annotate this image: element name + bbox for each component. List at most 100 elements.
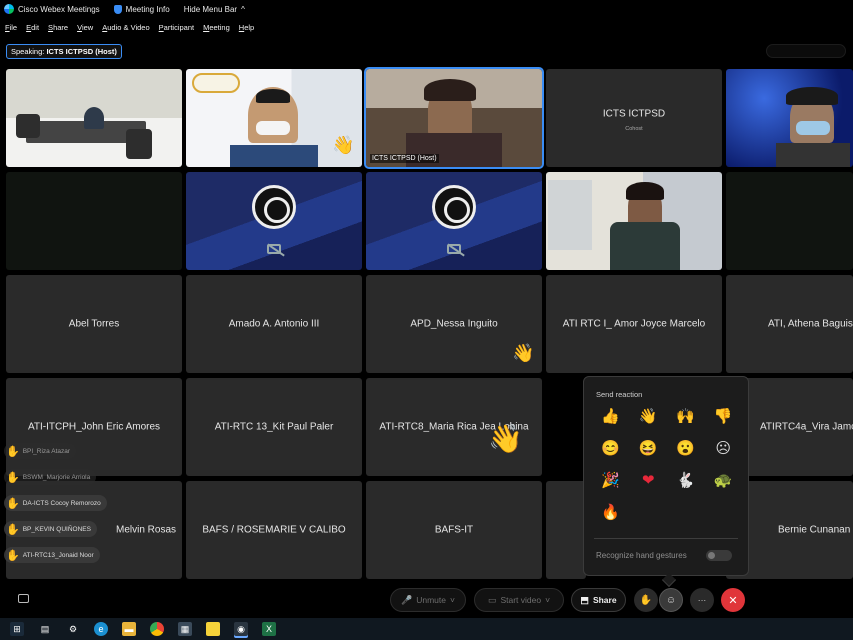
obs-logo-icon (252, 185, 296, 229)
layout-slider[interactable] (766, 44, 846, 58)
participant-tile[interactable]: APD_Nessa Inguito 👋 (366, 275, 542, 373)
party-popper-icon[interactable]: 🎉 (592, 471, 630, 491)
raised-hand-icon: ✋ (6, 523, 20, 536)
menu-bar: File Edit Share View Audio & Video Parti… (0, 19, 254, 35)
laugh-icon[interactable]: 😆 (630, 439, 668, 459)
smile-icon[interactable]: 😊 (592, 439, 630, 459)
task-view-icon[interactable]: ▤ (38, 622, 52, 636)
divider (594, 538, 738, 539)
webex-logo-icon (4, 4, 14, 14)
raised-hand-item[interactable]: ✋ BPI_Riza Atazar (4, 443, 77, 459)
camera-off-icon (267, 244, 281, 254)
excel-icon[interactable]: X (262, 622, 276, 636)
video-tile-obs-1[interactable] (186, 172, 362, 270)
reactions-title: Send reaction (596, 390, 643, 399)
menu-share[interactable]: Share (48, 23, 68, 32)
video-tile-obs-2[interactable] (366, 172, 542, 270)
start-video-button[interactable]: ▭ Start video ˅ (474, 588, 564, 612)
fire-icon[interactable]: 🔥 (592, 503, 630, 523)
raised-hand-item[interactable]: ✋ ATI-RTC13_Jonaid Noor (4, 547, 100, 563)
meeting-info-button[interactable]: Meeting Info (113, 4, 170, 14)
heart-icon[interactable]: ❤ (630, 471, 668, 491)
chrome-icon[interactable] (150, 622, 164, 636)
surprised-icon[interactable]: 😮 (667, 439, 705, 459)
settings-icon[interactable]: ⚙ (66, 622, 80, 636)
video-tile-woman[interactable] (726, 69, 853, 167)
menu-file[interactable]: File (5, 23, 17, 32)
participant-tile[interactable]: ATI-RTC8_Maria Rica Jea Lobina 👋 (366, 378, 542, 476)
gesture-label: Recognize hand gestures (596, 551, 687, 560)
camera-off-icon (447, 244, 461, 254)
webex-taskbar-icon[interactable]: ◉ (234, 622, 248, 636)
participant-tile[interactable]: BAFS / ROSEMARIE V CALIBO (186, 481, 362, 579)
rabbit-icon[interactable]: 🐇 (667, 471, 705, 491)
sad-icon[interactable]: ☹ (705, 439, 743, 459)
video-tile-host[interactable]: ICTS ICTPSD (Host) (364, 67, 544, 169)
edge-icon[interactable]: e (94, 622, 108, 636)
menu-help[interactable]: Help (239, 23, 254, 32)
wave-icon: 👋 (332, 135, 355, 155)
shield-icon (113, 4, 122, 14)
wave-icon[interactable]: 👋 (630, 407, 668, 427)
hide-menu-bar-button[interactable]: Hide Menu Bar ^ (184, 5, 245, 14)
participant-tile[interactable]: Abel Torres (6, 275, 182, 373)
participant-tile[interactable]: ATI, Athena Baguis (726, 275, 853, 373)
video-tile-empty-2[interactable] (726, 172, 853, 270)
taskbar: ⊞ ▤ ⚙ e ▬ ▦ ◉ X (0, 618, 853, 640)
raise-hand-button[interactable]: ✋ (634, 588, 658, 612)
more-icon: ··· (697, 595, 707, 605)
speaking-indicator: Speaking: ICTS ICTPSD (Host) (6, 44, 122, 59)
share-button[interactable]: ⬒ Share (571, 588, 626, 612)
video-tile-conference-room[interactable] (6, 69, 182, 167)
file-explorer-icon[interactable]: ▬ (122, 622, 136, 636)
video-tile-cohost[interactable]: ICTS ICTPSD Cohost (546, 69, 722, 167)
reactions-button[interactable]: ☺ (659, 588, 683, 612)
participant-tile[interactable]: ATI-ITCPH_John Eric Amores (6, 378, 182, 476)
raised-hand-item[interactable]: ✋ BP_KEVIN QUIÑONES (4, 521, 97, 537)
menu-view[interactable]: View (77, 23, 93, 32)
chevron-down-icon: ˅ (545, 595, 551, 605)
menu-audio-video[interactable]: Audio & Video (102, 23, 149, 32)
raised-hand-icon: ✋ (6, 471, 20, 484)
thumbs-down-icon[interactable]: 👎 (705, 407, 743, 427)
share-icon: ⬒ (580, 594, 589, 605)
raised-hand-icon: ✋ (6, 445, 20, 458)
app-title: Cisco Webex Meetings (4, 4, 100, 14)
reactions-grid: 👍 👋 🙌 👎 😊 😆 😮 ☹ 🎉 ❤ 🐇 🐢 🔥 (592, 407, 742, 523)
menu-participant[interactable]: Participant (159, 23, 194, 32)
wave-icon: 👋 (512, 343, 535, 363)
participant-tile[interactable]: BAFS-IT (366, 481, 542, 579)
close-icon: ✕ (728, 594, 738, 607)
smiley-plus-icon: ☺ (665, 594, 677, 606)
raised-hand-item[interactable]: ✋ DA-ICTS Cocoy Remorozo (4, 495, 107, 511)
video-tile-office[interactable] (546, 172, 722, 270)
windows-start-icon[interactable]: ⊞ (10, 622, 24, 636)
hand-icon: ✋ (639, 594, 653, 606)
chevron-down-icon: ˅ (450, 595, 455, 605)
gesture-toggle[interactable] (706, 550, 732, 561)
raised-hand-item[interactable]: ✋ BSWM_Marjorie Arriola (4, 469, 97, 485)
celebrate-hands-icon[interactable]: 🙌 (667, 407, 705, 427)
more-options-button[interactable]: ··· (690, 588, 714, 612)
leave-meeting-button[interactable]: ✕ (721, 588, 745, 612)
raised-hand-icon: ✋ (6, 549, 20, 562)
title-bar: Cisco Webex Meetings Meeting Info Hide M… (0, 0, 853, 18)
video-tile-empty[interactable] (6, 172, 182, 270)
thumbs-up-icon[interactable]: 👍 (592, 407, 630, 427)
reactions-popup: Send reaction 👍 👋 🙌 👎 😊 😆 😮 ☹ 🎉 ❤ 🐇 🐢 🔥 … (583, 376, 749, 576)
sticky-notes-icon[interactable] (206, 622, 220, 636)
participant-tile[interactable]: ATI RTC I_ Amor Joyce Marcelo (546, 275, 722, 373)
menu-meeting[interactable]: Meeting (203, 23, 230, 32)
chat-icon[interactable] (18, 594, 29, 603)
raised-hand-icon: ✋ (6, 497, 20, 510)
video-tile-man[interactable]: 👋 (186, 69, 362, 167)
wave-icon: 👋 (488, 423, 523, 454)
turtle-icon[interactable]: 🐢 (705, 471, 743, 491)
menu-edit[interactable]: Edit (26, 23, 39, 32)
participant-tile[interactable]: Amado A. Antonio III (186, 275, 362, 373)
participant-tile-partial[interactable] (546, 481, 586, 579)
participant-tile[interactable]: ATI-RTC 13_Kit Paul Paler (186, 378, 362, 476)
calculator-icon[interactable]: ▦ (178, 622, 192, 636)
unmute-button[interactable]: 🎤 Unmute ˅ (390, 588, 466, 612)
microphone-muted-icon: 🎤 (401, 594, 413, 605)
